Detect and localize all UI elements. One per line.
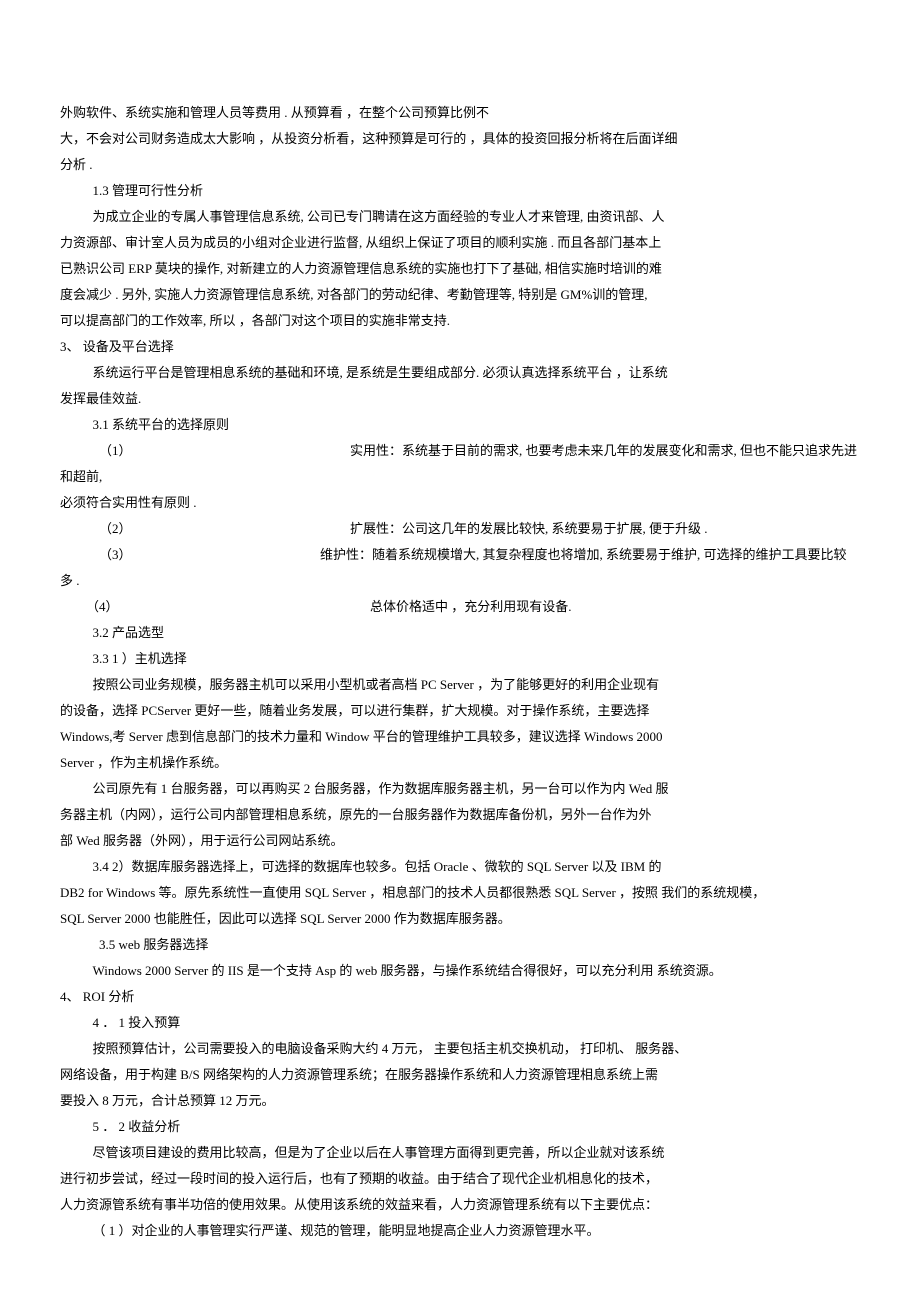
list-item: （4） 总体价格适中 ，充分利用现有设备. <box>60 594 860 620</box>
body-text: SQL Server 2000 也能胜任，因此可以选择 SQL Server 2… <box>60 906 860 932</box>
body-text: Windows 2000 Server 的 IIS 是一个支持 Asp 的 we… <box>60 958 860 984</box>
body-text: 公司原先有 1 台服务器，可以再购买 2 台服务器，作为数据库服务器主机，另一台… <box>60 776 860 802</box>
body-text: 系统运行平台是管理相息系统的基础和环境, 是系统是生要组成部分. 必须认真选择系… <box>60 360 860 386</box>
list-item: （3） 维护性：随着系统规模增大, 其复杂程度也将增加, 系统要易于维护, 可选… <box>60 542 860 568</box>
heading-4-1: 4 ． 1 投入预算 <box>60 1010 860 1036</box>
item-text: 扩展性：公司这几年的发展比较快, 系统要易于扩展, 便于升级 . <box>350 516 860 542</box>
heading-5-2: 5 ． 2 收益分析 <box>60 1114 860 1140</box>
item-text: 维护性：随着系统规模增大, 其复杂程度也将增加, 系统要易于维护, 可选择的维护… <box>320 542 860 568</box>
body-text: 为成立企业的专属人事管理信息系统, 公司已专门聘请在这方面经验的专业人才来管理,… <box>60 204 860 230</box>
list-item: （1） 实用性：系统基于目前的需求, 也要考虑未来几年的发展变化和需求, 但也不… <box>60 438 860 464</box>
list-item: （2） 扩展性：公司这几年的发展比较快, 系统要易于扩展, 便于升级 . <box>60 516 860 542</box>
body-text: 力资源部、审计室人员为成员的小组对企业进行监督, 从组织上保证了项目的顺利实施 … <box>60 230 860 256</box>
body-text: Server ，作为主机操作系统。 <box>60 750 860 776</box>
body-text: 已熟识公司 ERP 莫块的操作, 对新建立的人力资源管理信息系统的实施也打下了基… <box>60 256 860 282</box>
body-text: 尽管该项目建设的费用比较高，但是为了企业以后在人事管理方面得到更完善，所以企业就… <box>60 1140 860 1166</box>
body-text: 和超前, <box>60 464 860 490</box>
body-text: 分析 . <box>60 152 860 178</box>
section-4-heading: 4、 ROI 分析 <box>60 984 860 1010</box>
body-text: 的设备，选择 PCServer 更好一些，随着业务发展，可以进行集群，扩大规模。… <box>60 698 860 724</box>
body-text: （ 1 ）对企业的人事管理实行严谨、规范的管理，能明显地提高企业人力资源管理水平… <box>60 1218 860 1244</box>
body-text: 进行初步尝试，经过一段时间的投入运行后，也有了预期的收益。由于结合了现代企业机相… <box>60 1166 860 1192</box>
heading-3-1: 3.1 系统平台的选择原则 <box>60 412 860 438</box>
body-text: 多 . <box>60 568 860 594</box>
item-number: （4） <box>60 594 370 620</box>
item-text: 实用性：系统基于目前的需求, 也要考虑未来几年的发展变化和需求, 但也不能只追求… <box>350 438 860 464</box>
heading-3-5: 3.5 web 服务器选择 <box>60 932 860 958</box>
body-text: 必须符合实用性有原则 . <box>60 490 860 516</box>
body-text: 按照公司业务规模，服务器主机可以采用小型机或者高档 PC Server ，为了能… <box>60 672 860 698</box>
body-text: 部 Wed 服务器（外网），用于运行公司网站系统。 <box>60 828 860 854</box>
body-text: 务器主机（内网），运行公司内部管理相息系统，原先的一台服务器作为数据库备份机，另… <box>60 802 860 828</box>
body-text: 可以提高部门的工作效率, 所以 ，各部门对这个项目的实施非常支持. <box>60 308 860 334</box>
section-3-heading: 3、 设备及平台选择 <box>60 334 860 360</box>
body-text: 外购软件、系统实施和管理人员等费用 . 从预算看 ，在整个公司预算比例不 <box>60 100 860 126</box>
body-text: Windows,考 Server 虑到信息部门的技术力量和 Window 平台的… <box>60 724 860 750</box>
item-number: （3） <box>60 542 320 568</box>
heading-1-3: 1.3 管理可行性分析 <box>60 178 860 204</box>
heading-3-4: 3.4 2）数据库服务器选择上，可选择的数据库也较多。包括 Oracle 、微软… <box>60 854 860 880</box>
body-text: 大，不会对公司财务造成太大影响 ，从投资分析看，这种预算是可行的 ，具体的投资回… <box>60 126 860 152</box>
heading-3-3: 3.3 1 ）主机选择 <box>60 646 860 672</box>
item-text: 总体价格适中 ，充分利用现有设备. <box>370 594 860 620</box>
item-number: （2） <box>60 516 350 542</box>
body-text: 网络设备，用于构建 B/S 网络架构的人力资源管理系统；在服务器操作系统和人力资… <box>60 1062 860 1088</box>
heading-3-2: 3.2 产品选型 <box>60 620 860 646</box>
body-text: 发挥最佳效益. <box>60 386 860 412</box>
body-text: 人力资源管系统有事半功倍的使用效果。从使用该系统的效益来看，人力资源管理系统有以… <box>60 1192 860 1218</box>
body-text: 度会减少 . 另外, 实施人力资源管理信息系统, 对各部门的劳动纪律、考勤管理等… <box>60 282 860 308</box>
body-text: 按照预算估计，公司需要投入的电脑设备采购大约 4 万元， 主要包括主机交换机动，… <box>60 1036 860 1062</box>
body-text: 要投入 8 万元，合计总预算 12 万元。 <box>60 1088 860 1114</box>
item-number: （1） <box>60 438 350 464</box>
body-text: DB2 for Windows 等。原先系统性一直使用 SQL Server ，… <box>60 880 860 906</box>
